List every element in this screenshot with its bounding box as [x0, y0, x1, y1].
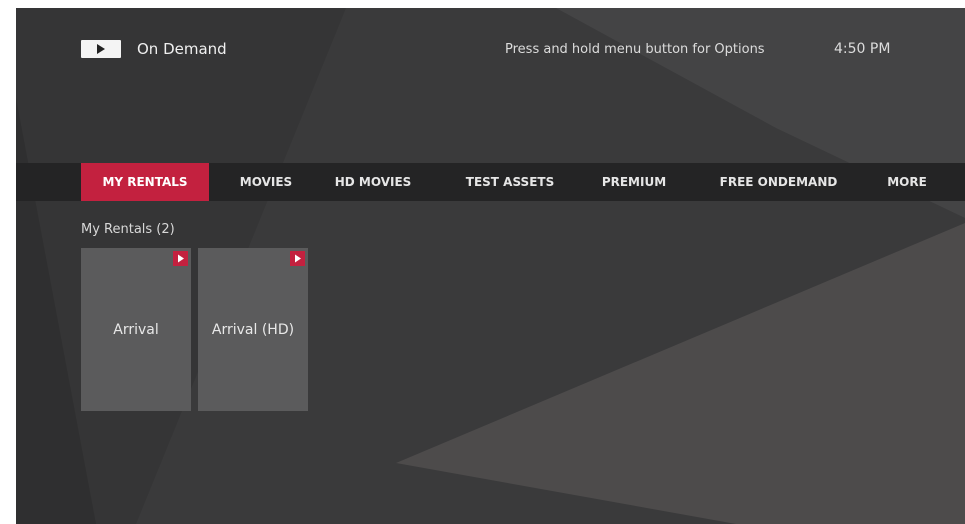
- play-icon: [290, 251, 305, 266]
- tab-my-rentals[interactable]: MY RENTALS: [81, 163, 209, 201]
- tab-test-assets[interactable]: TEST ASSETS: [446, 163, 574, 201]
- tab-hd-movies[interactable]: HD MOVIES: [323, 163, 423, 201]
- tab-movies[interactable]: MOVIES: [226, 163, 306, 201]
- options-hint: Press and hold menu button for Options: [505, 42, 765, 57]
- on-demand-screen: On Demand Press and hold menu button for…: [16, 8, 965, 524]
- tile-title: Arrival (HD): [211, 322, 295, 338]
- tab-premium[interactable]: PREMIUM: [588, 163, 680, 201]
- tile-title: Arrival: [113, 322, 159, 338]
- rental-tile-arrival-hd[interactable]: Arrival (HD): [198, 248, 308, 411]
- category-nav: MY RENTALS MOVIES HD MOVIES TEST ASSETS …: [16, 163, 965, 201]
- tab-free-ondemand[interactable]: FREE ONDEMAND: [706, 163, 851, 201]
- play-icon: [173, 251, 188, 266]
- clock: 4:50 PM: [834, 41, 891, 57]
- play-icon: [81, 40, 121, 58]
- section-title: My Rentals (2): [81, 222, 175, 237]
- app-title: On Demand: [137, 40, 227, 58]
- rental-tile-arrival[interactable]: Arrival: [81, 248, 191, 411]
- tab-more[interactable]: MORE: [876, 163, 938, 201]
- header: On Demand Press and hold menu button for…: [16, 8, 965, 88]
